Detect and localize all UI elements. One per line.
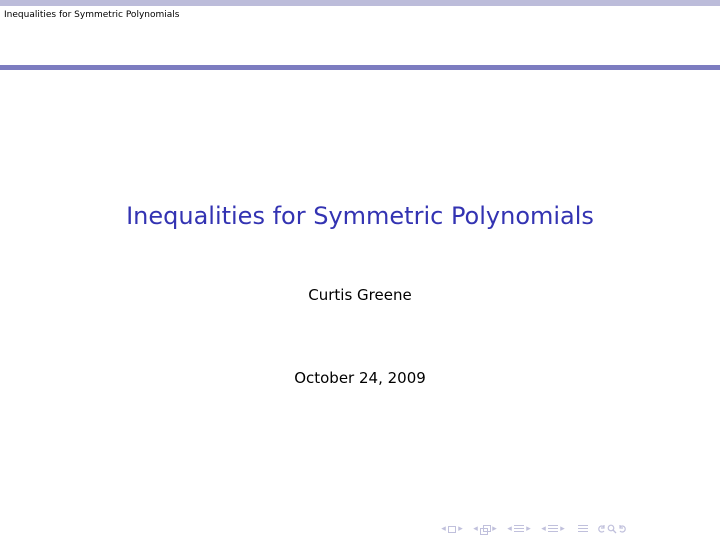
frame-icon bbox=[480, 524, 491, 535]
subsection-nav-group: ◂ ▸ bbox=[506, 523, 532, 535]
next-subsection-button[interactable]: ▸ bbox=[525, 523, 532, 535]
slide-nav-group: ◂ ▸ bbox=[440, 523, 464, 535]
prev-slide-button[interactable]: ◂ bbox=[440, 523, 447, 535]
header-rule bbox=[0, 65, 720, 70]
back-icon[interactable] bbox=[594, 524, 606, 534]
prev-section-button[interactable]: ◂ bbox=[540, 523, 547, 535]
slide-title: Inequalities for Symmetric Polynomials bbox=[126, 202, 594, 230]
subsection-icon bbox=[514, 525, 524, 533]
frame-nav-group: ◂ ▸ bbox=[472, 523, 498, 535]
next-frame-button[interactable]: ▸ bbox=[491, 523, 498, 535]
forward-icon[interactable] bbox=[618, 524, 630, 534]
slide-icon bbox=[448, 525, 456, 533]
section-nav-group: ◂ ▸ bbox=[540, 523, 566, 535]
header-short-title: Inequalities for Symmetric Polynomials bbox=[4, 10, 180, 20]
prev-frame-button[interactable]: ◂ bbox=[472, 523, 479, 535]
search-nav-group bbox=[594, 524, 630, 534]
slide-date: October 24, 2009 bbox=[294, 369, 426, 387]
section-icon bbox=[548, 525, 558, 533]
align-icon[interactable] bbox=[578, 524, 588, 534]
search-icon[interactable] bbox=[607, 524, 617, 534]
next-slide-button[interactable]: ▸ bbox=[457, 523, 464, 535]
header-bar: Inequalities for Symmetric Polynomials bbox=[0, 6, 720, 26]
slide-author: Curtis Greene bbox=[308, 286, 412, 304]
prev-subsection-button[interactable]: ◂ bbox=[506, 523, 513, 535]
next-section-button[interactable]: ▸ bbox=[559, 523, 566, 535]
beamer-navigation-bar: ◂ ▸ ◂ ▸ ◂ ▸ ◂ ▸ bbox=[440, 522, 715, 536]
